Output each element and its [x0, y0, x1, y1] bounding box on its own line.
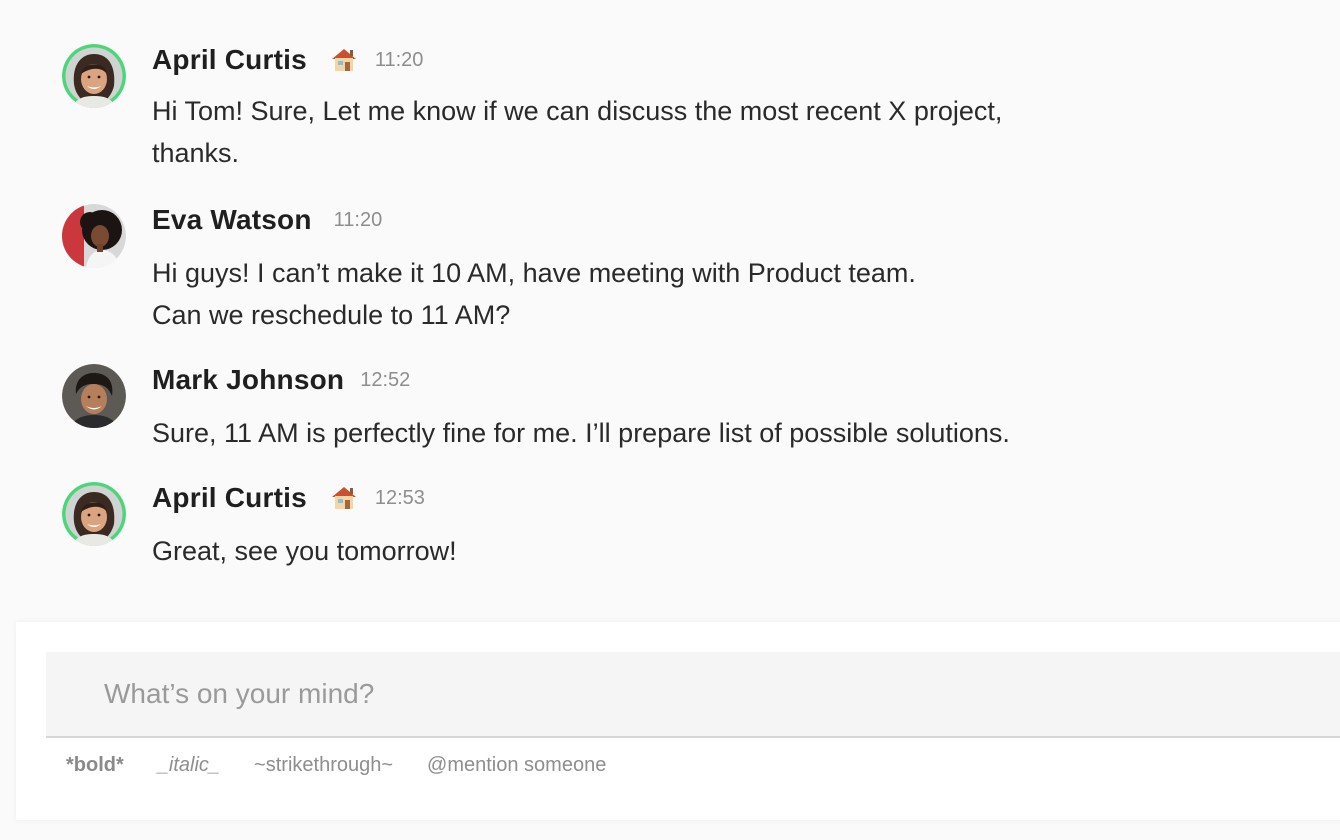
mention-hint: @mention someone [427, 754, 607, 776]
formatting-hints: *bold* _italic_ ~strikethrough~ @mention… [66, 754, 640, 777]
message-header: Eva Watson 11:20 [152, 204, 382, 236]
message-line: Great, see you tomorrow! [152, 536, 457, 566]
message-line: thanks. [152, 138, 240, 168]
message-timestamp: 12:53 [374, 486, 425, 509]
message-line: Hi Tom! Sure, Let me know if we can disc… [152, 96, 1003, 126]
avatar-image [62, 44, 126, 108]
chat-message-list: April Curtis 11:20 Hi Tom! Sure, Let me … [0, 0, 1340, 600]
avatar-april-curtis[interactable] [62, 44, 126, 108]
avatar-eva-watson[interactable] [62, 204, 126, 268]
message-text: Hi guys! I can’t make it 10 AM, have mee… [152, 252, 1212, 336]
message-header: April Curtis 12:53 [152, 482, 425, 514]
italic-hint: _italic_ [157, 754, 221, 776]
house-icon [329, 483, 359, 513]
avatar-image [62, 204, 126, 268]
author-name[interactable]: April Curtis [152, 44, 307, 76]
message-text: Hi Tom! Sure, Let me know if we can disc… [152, 90, 1212, 174]
avatar-mark-johnson[interactable] [62, 364, 126, 428]
message-timestamp: 11:20 [374, 48, 424, 71]
author-name[interactable]: Mark Johnson [152, 364, 344, 396]
message-text: Sure, 11 AM is perfectly fine for me. I’… [152, 412, 1212, 454]
avatar-april-curtis[interactable] [62, 482, 126, 546]
message-line: Can we reschedule to 11 AM? [152, 300, 511, 330]
message-input[interactable] [46, 652, 1340, 738]
avatar-image [62, 364, 126, 428]
message-line: Hi guys! I can’t make it 10 AM, have mee… [152, 258, 916, 288]
message-timestamp: 12:52 [360, 368, 411, 391]
bold-hint: *bold* [66, 754, 124, 776]
author-name[interactable]: Eva Watson [152, 204, 312, 236]
message-header: April Curtis 11:20 [152, 44, 423, 76]
house-icon [329, 45, 359, 75]
message-text: Great, see you tomorrow! [152, 530, 1212, 572]
message-line: Sure, 11 AM is perfectly fine for me. I’… [152, 418, 1010, 448]
message-composer: *bold* _italic_ ~strikethrough~ @mention… [16, 622, 1340, 820]
message-header: Mark Johnson 12:52 [152, 364, 410, 396]
strikethrough-hint: ~strikethrough~ [254, 754, 394, 776]
author-name[interactable]: April Curtis [152, 482, 307, 514]
message-timestamp: 11:20 [333, 208, 383, 231]
avatar-image [62, 482, 126, 546]
